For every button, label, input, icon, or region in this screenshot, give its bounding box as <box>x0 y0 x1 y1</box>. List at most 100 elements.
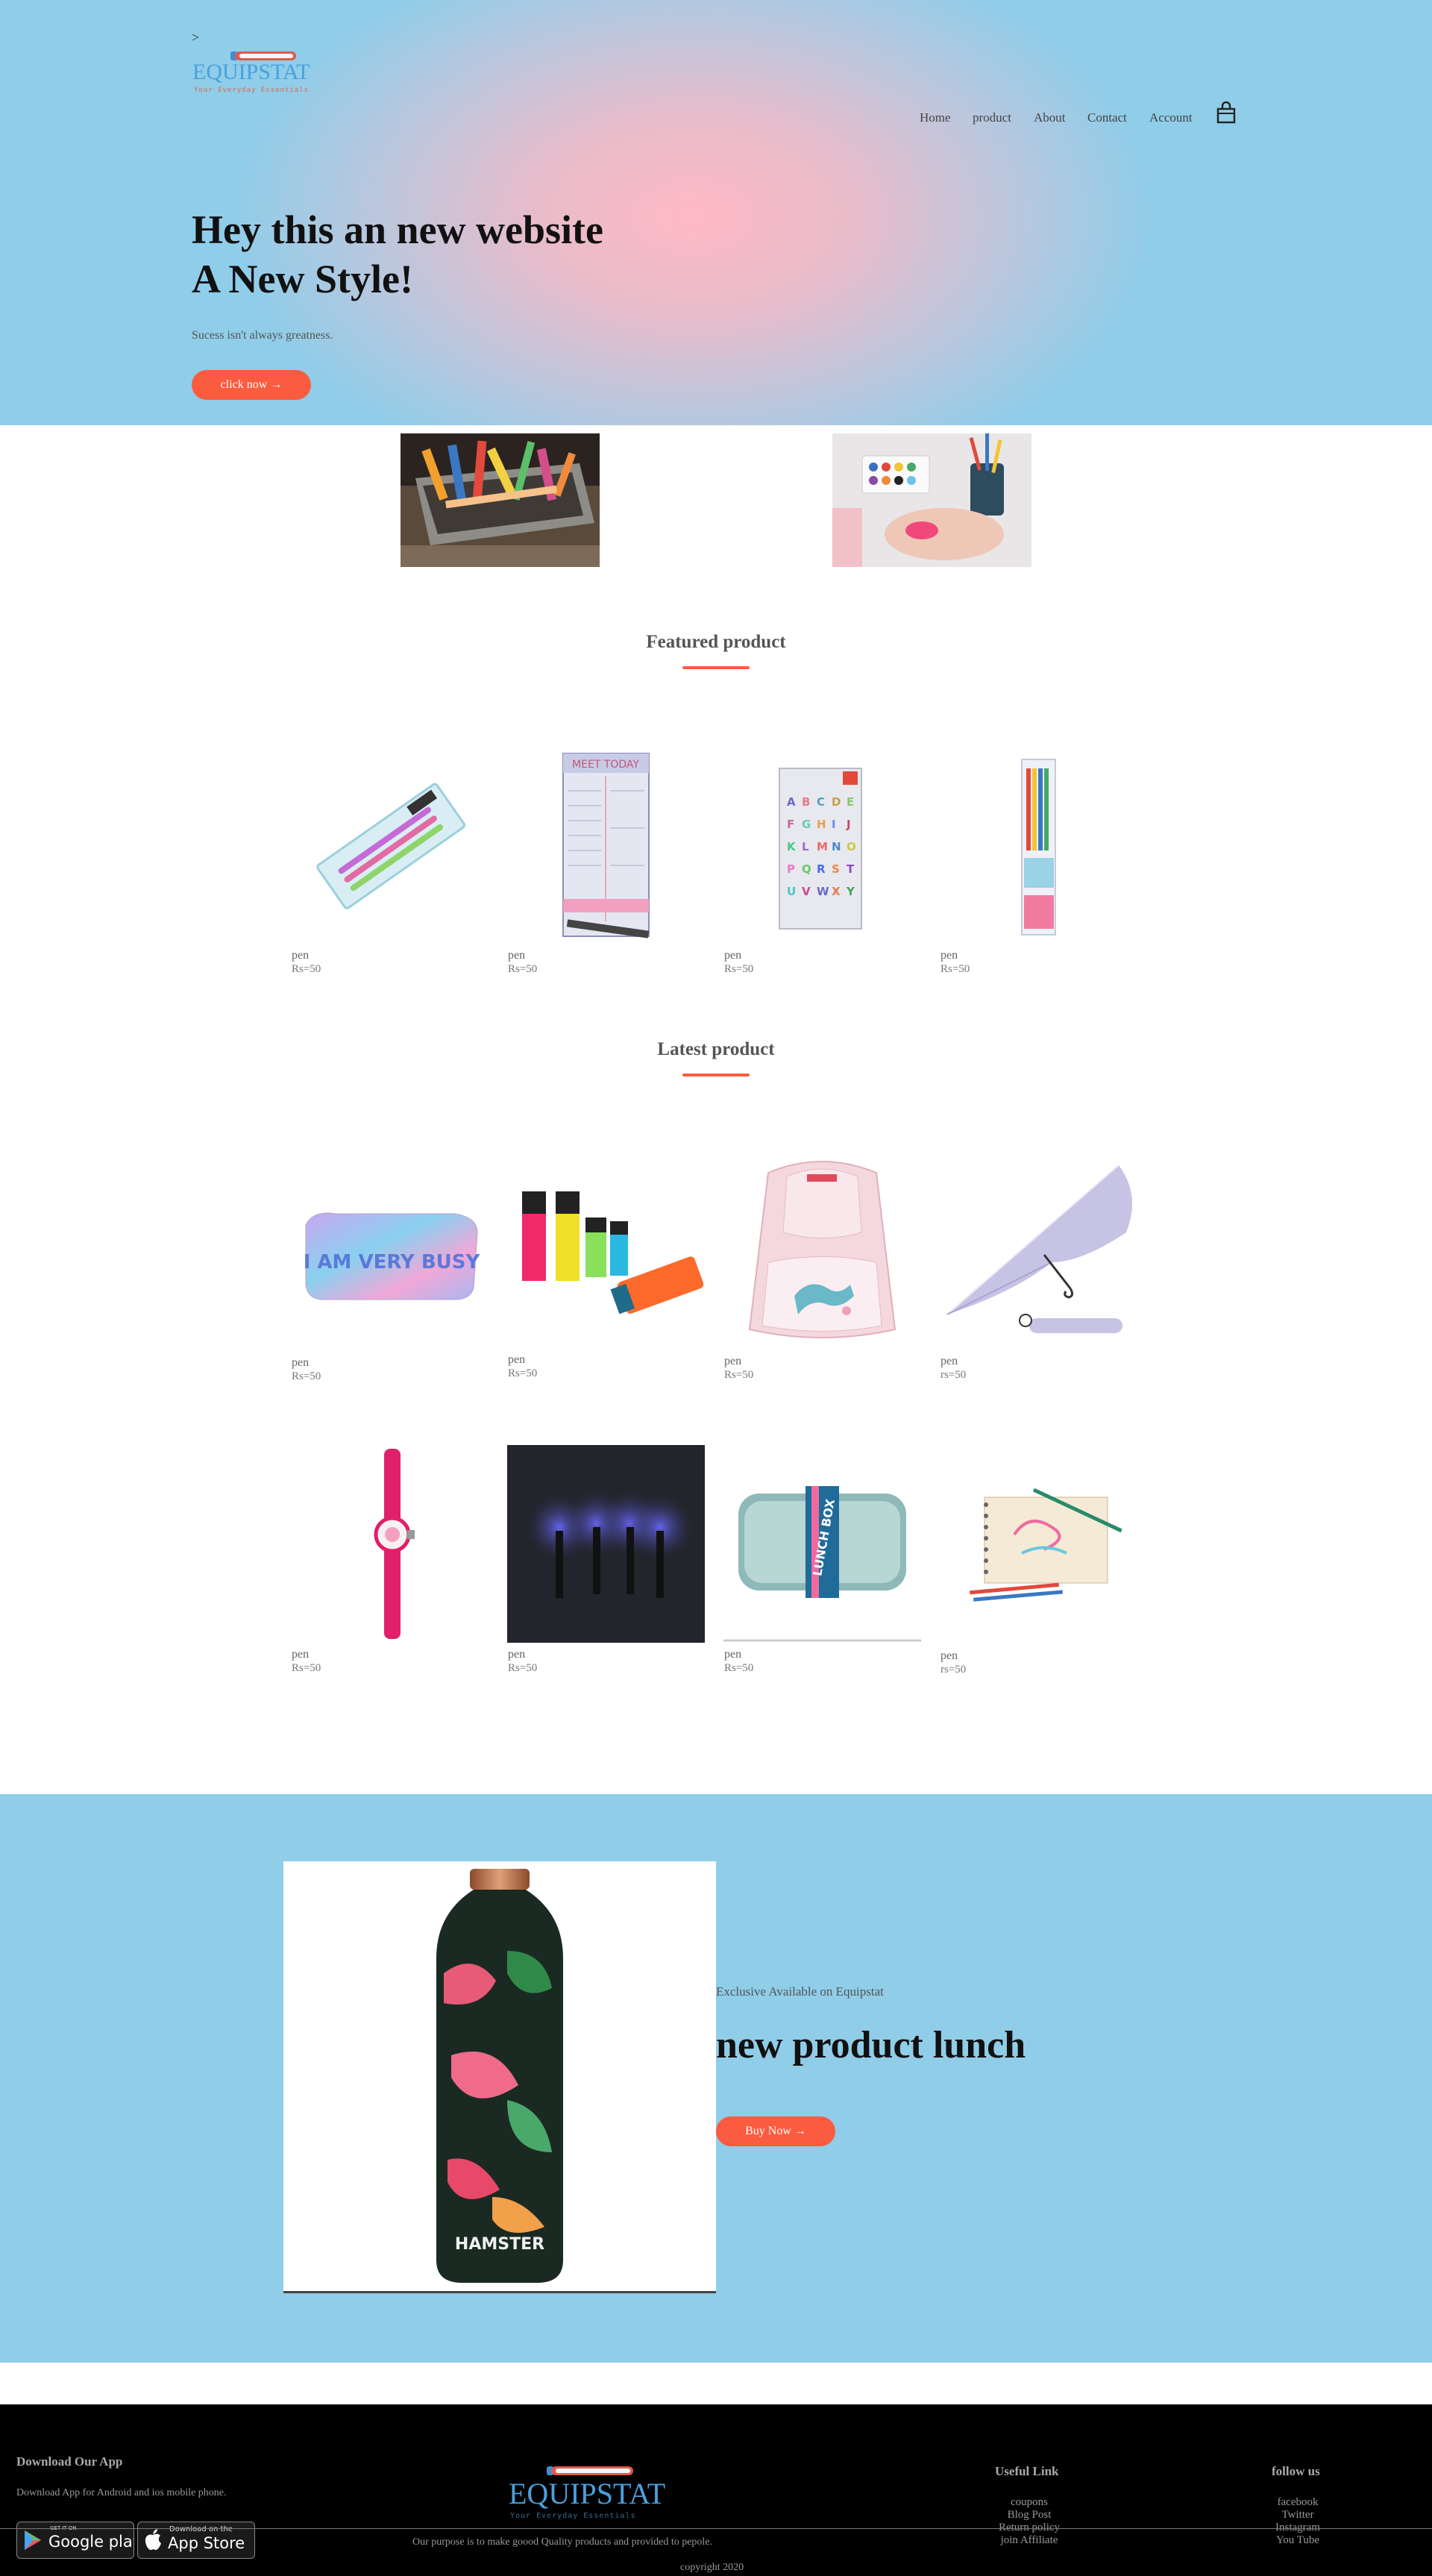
useful-links: coupons Blog Post Return policy join Aff… <box>970 2496 1089 2547</box>
nav-account[interactable]: Account <box>1149 110 1193 125</box>
latest-product-price-1: Rs=50 <box>292 1370 321 1382</box>
featured-product-image-4[interactable] <box>940 746 1137 944</box>
useful-link-title: Useful Link <box>995 2464 1059 2478</box>
latest-product-image-8[interactable] <box>940 1445 1137 1643</box>
featured-product-price-4: Rs=50 <box>940 963 970 975</box>
latest-product-image-2[interactable] <box>507 1150 705 1348</box>
featured-title: Featured product <box>646 632 786 652</box>
download-app-title: Download Our App <box>16 2454 123 2469</box>
featured-product-name-1: pen <box>292 949 310 962</box>
google-play-button[interactable]: GET IT ON Google play <box>16 2522 134 2559</box>
buy-now-button[interactable]: Buy Now → <box>716 2116 835 2146</box>
footer-divider <box>0 2528 1432 2529</box>
link-join-affiliate[interactable]: join Affiliate <box>970 2534 1089 2547</box>
latest-product-price-3: Rs=50 <box>724 1369 754 1381</box>
footer-logo-text: EQUIPSTAT <box>509 2477 666 2510</box>
featured-product-price-3: Rs=50 <box>724 963 754 975</box>
bottle-text: HAMSTER <box>455 2235 544 2254</box>
banner-photo-pencil-case <box>401 433 600 567</box>
apple-icon <box>145 2529 161 2551</box>
copyright: copyright 2020 <box>680 2562 744 2573</box>
footer-logo[interactable]: EQUIPSTAT Your Everyday Essentials <box>509 2464 665 2520</box>
follow-us-title: follow us <box>1272 2464 1320 2478</box>
latest-product-price-8: rs=50 <box>940 1664 967 1676</box>
featured-product-name-3: pen <box>724 949 742 962</box>
latest-product-image-6[interactable] <box>507 1445 705 1643</box>
app-store-button[interactable]: Download on the App Store <box>137 2522 255 2559</box>
latest-product-image-3[interactable] <box>723 1150 921 1348</box>
latest-product-image-7[interactable]: LUNCH BOX <box>723 1445 921 1643</box>
nav-contact[interactable]: Contact <box>1087 110 1127 125</box>
link-coupons[interactable]: coupons <box>970 2496 1089 2509</box>
svg-text:F: F <box>787 818 794 831</box>
latest-product-image-4[interactable]: HAMSTER <box>940 1150 1137 1348</box>
svg-text:A: A <box>787 795 796 809</box>
svg-text:X: X <box>832 885 841 898</box>
pouch-text: I AM VERY BUSY <box>304 1251 481 1273</box>
svg-text:MEET TODAY: MEET TODAY <box>572 759 639 771</box>
latest-product-name-2: pen <box>508 1353 526 1366</box>
latest-underline <box>682 1074 750 1077</box>
hero-subtitle: Sucess isn't always greatness. <box>192 329 333 342</box>
featured-product-name-2: pen <box>508 949 526 962</box>
promo-section <box>0 1794 1432 2363</box>
featured-product-image-3[interactable]: ABCDE FGHIJ KLMNO PQRST UVWXY <box>723 746 921 944</box>
svg-text:N: N <box>832 840 841 853</box>
nav-about[interactable]: About <box>1034 110 1066 125</box>
svg-text:B: B <box>802 795 810 809</box>
latest-product-price-7: Rs=50 <box>724 1662 754 1674</box>
google-play-label: Google play <box>48 2533 134 2551</box>
hero-title: Hey this an new website A New Style! <box>192 205 603 304</box>
latest-product-name-4: pen <box>940 1355 958 1367</box>
link-blog-post[interactable]: Blog Post <box>970 2509 1089 2522</box>
latest-product-price-2: Rs=50 <box>508 1367 538 1379</box>
svg-text:I: I <box>832 818 836 831</box>
promo-title: new product lunch <box>716 2024 1026 2066</box>
footer-logo-tagline: Your Everyday Essentials <box>510 2512 636 2520</box>
shopping-bag-icon[interactable] <box>1216 101 1237 124</box>
google-play-icon <box>25 2530 41 2550</box>
logo-text: EQUIPSTAT <box>192 60 310 84</box>
promo-bottle-image[interactable]: HAMSTER <box>283 1861 716 2293</box>
nav-product[interactable]: product <box>973 110 1011 125</box>
svg-text:R: R <box>817 862 826 876</box>
featured-product-price-1: Rs=50 <box>292 963 321 975</box>
latest-product-name-7: pen <box>724 1648 742 1661</box>
svg-text:S: S <box>832 862 840 876</box>
svg-text:Y: Y <box>846 885 855 898</box>
footer-purpose: Our purpose is to make goood Quality pro… <box>412 2536 713 2548</box>
app-store-label: App Store <box>168 2534 245 2552</box>
download-app-text: Download App for Android and ios mobile … <box>16 2487 227 2498</box>
latest-title: Latest product <box>657 1039 775 1059</box>
featured-underline <box>682 666 750 669</box>
logo-tagline: Your Everyday Essentials <box>194 87 310 94</box>
svg-text:V: V <box>802 885 811 898</box>
banner-photo-painting <box>832 433 1031 567</box>
link-youtube[interactable]: You Tube <box>1238 2534 1357 2547</box>
svg-text:W: W <box>817 885 829 898</box>
link-facebook[interactable]: facebook <box>1238 2496 1357 2509</box>
link-twitter[interactable]: Twitter <box>1238 2509 1357 2522</box>
svg-text:K: K <box>787 840 797 853</box>
svg-text:L: L <box>802 840 809 853</box>
nav-home[interactable]: Home <box>920 110 951 125</box>
site-logo[interactable]: EQUIPSTAT Your Everyday Essentials <box>192 49 310 97</box>
featured-product-image-1[interactable] <box>291 746 489 944</box>
svg-text:M: M <box>817 840 828 853</box>
svg-text:D: D <box>832 795 841 809</box>
svg-text:Q: Q <box>802 862 811 876</box>
latest-product-name-8: pen <box>940 1649 958 1662</box>
svg-text:U: U <box>787 885 796 898</box>
svg-text:T: T <box>847 862 855 876</box>
latest-product-price-4: rs=50 <box>940 1369 967 1381</box>
click-now-button[interactable]: click now → <box>192 370 311 400</box>
promo-subtitle: Exclusive Available on Equipstat <box>716 1984 884 1999</box>
latest-product-image-1[interactable]: I AM VERY BUSY <box>291 1150 489 1348</box>
latest-product-name-6: pen <box>508 1648 526 1661</box>
latest-product-price-5: Rs=50 <box>292 1662 321 1674</box>
featured-product-price-2: Rs=50 <box>508 963 538 975</box>
featured-product-image-2[interactable]: MEET TODAY <box>507 746 705 944</box>
svg-text:G: G <box>802 818 811 831</box>
latest-product-image-5[interactable] <box>291 1445 489 1643</box>
latest-product-name-3: pen <box>724 1355 742 1367</box>
